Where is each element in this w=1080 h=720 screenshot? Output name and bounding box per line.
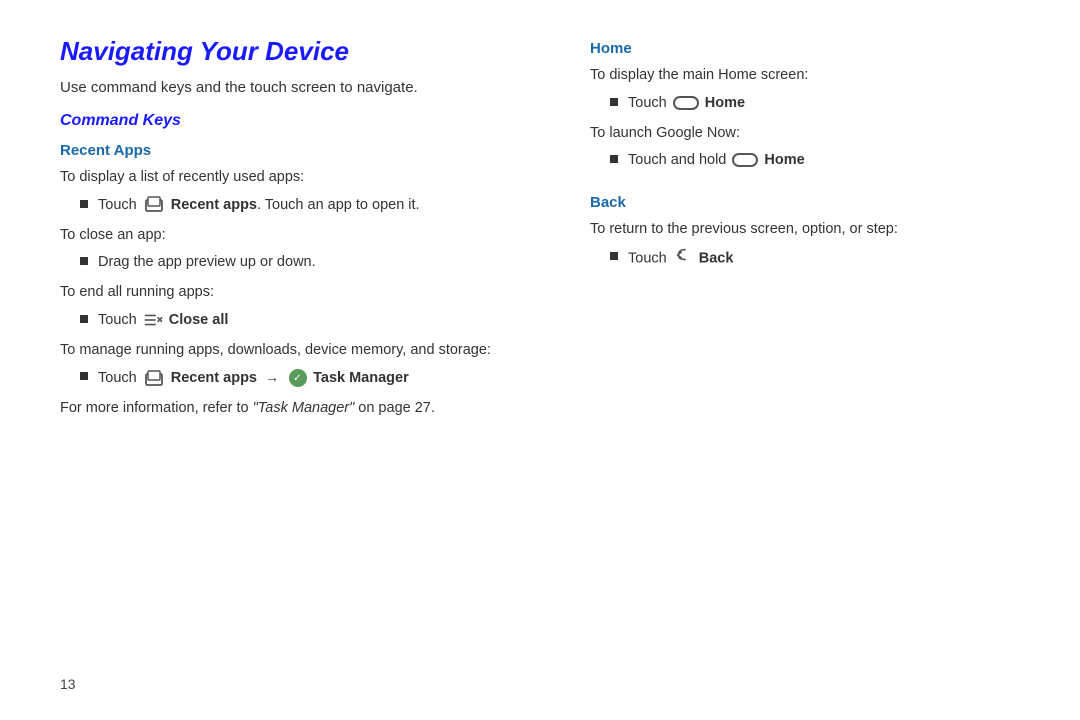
back-section: Back To return to the previous screen, o… [590, 194, 1020, 271]
bullet-task-manager-text: Touch Recent apps → Task Manager [98, 367, 550, 390]
home-icon-1 [673, 96, 699, 110]
bullet-square-back [610, 252, 618, 260]
arrow-icon: → [265, 367, 279, 388]
bullet-recent-apps-open: Touch Recent apps. Touch an app to open … [80, 195, 550, 217]
bullet-task-manager: Touch Recent apps → Task Manager [80, 367, 550, 390]
manage-apps-lead: To manage running apps, downloads, devic… [60, 340, 550, 362]
recent-apps-bold-2: Recent apps [171, 370, 257, 386]
touch-label-2: Touch [98, 312, 137, 328]
back-heading: Back [590, 194, 1020, 211]
close-all-bold: Close all [169, 312, 229, 328]
bullet-square-home-1 [610, 98, 618, 106]
bullet-square-icon-4 [80, 372, 88, 380]
bullet-square-icon-2 [80, 257, 88, 265]
recent-apps-icon [143, 196, 165, 213]
touch-label: Touch [98, 197, 137, 213]
bullet-back-touch: Touch Back [610, 247, 1020, 271]
recent-apps-bold: Recent apps [171, 197, 257, 213]
recent-apps-rest: . Touch an app to open it. [257, 197, 420, 213]
page-number: 13 [60, 676, 76, 692]
bullet-square-icon [80, 200, 88, 208]
footer-text: For more information, refer to "Task Man… [60, 398, 550, 420]
home-section: Home To display the main Home screen: To… [590, 40, 1020, 172]
command-keys-heading: Command Keys [60, 112, 550, 130]
recent-apps-heading: Recent Apps [60, 142, 550, 159]
touch-home-label: Touch [628, 95, 667, 111]
google-now-lead: To launch Google Now: [590, 123, 1020, 145]
bullet-home-touch: Touch Home [610, 93, 1020, 115]
bullet-recent-apps-open-text: Touch Recent apps. Touch an app to open … [98, 195, 550, 217]
bullet-square-home-2 [610, 155, 618, 163]
touch-hold-label: Touch and hold [628, 152, 726, 168]
bullet-back-text: Touch Back [628, 247, 1020, 271]
close-app-lead: To close an app: [60, 225, 550, 247]
bullet-drag: Drag the app preview up or down. [80, 252, 550, 274]
home-bold-1: Home [705, 95, 745, 111]
bullet-home-hold-text: Touch and hold Home [628, 150, 1020, 172]
bullet-close-all-text: Touch Close all [98, 310, 550, 332]
end-all-lead: To end all running apps: [60, 282, 550, 304]
home-bold-2: Home [764, 152, 804, 168]
page-title: Navigating Your Device [60, 36, 550, 67]
bullet-square-icon-3 [80, 315, 88, 323]
page-container: Navigating Your Device Use command keys … [0, 0, 1080, 720]
display-list-lead: To display a list of recently used apps: [60, 167, 550, 189]
task-manager-icon [289, 369, 307, 387]
bullet-home-hold: Touch and hold Home [610, 150, 1020, 172]
back-bold: Back [699, 250, 734, 266]
recent-apps-icon-2 [143, 370, 165, 387]
back-icon [673, 247, 693, 271]
bullet-home-touch-text: Touch Home [628, 93, 1020, 115]
back-lead: To return to the previous screen, option… [590, 219, 1020, 241]
close-all-icon [143, 311, 163, 329]
intro-text: Use command keys and the touch screen to… [60, 79, 550, 96]
bullet-close-all: Touch Close all [80, 310, 550, 332]
right-column: Home To display the main Home screen: To… [590, 36, 1020, 690]
bullet-drag-text: Drag the app preview up or down. [98, 252, 550, 274]
touch-label-3: Touch [98, 370, 137, 386]
touch-back-label: Touch [628, 250, 667, 266]
home-display-lead: To display the main Home screen: [590, 65, 1020, 87]
left-column: Navigating Your Device Use command keys … [60, 36, 550, 690]
home-heading: Home [590, 40, 1020, 57]
home-icon-2 [732, 153, 758, 167]
task-manager-bold: Task Manager [313, 370, 409, 386]
